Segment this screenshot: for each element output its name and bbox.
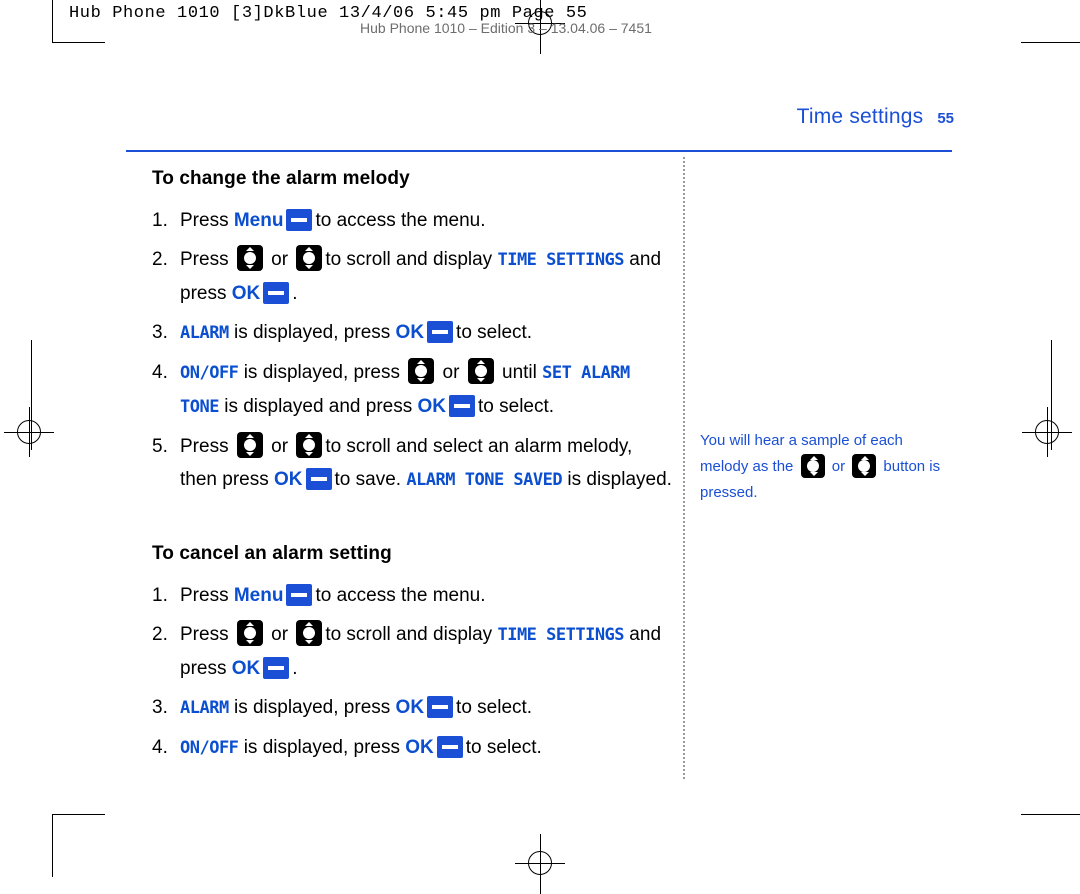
main-column: To change the alarm melody 1. Press Menu t… bbox=[152, 168, 672, 771]
nav-up-down-key-icon bbox=[236, 620, 263, 646]
lcd-display-text: ALARM bbox=[180, 323, 229, 343]
step-item: 3. ALARM is displayed, press OK to select. bbox=[152, 691, 672, 725]
nav-up-down-key-icon bbox=[408, 358, 435, 384]
step-text: is displayed, press bbox=[238, 362, 406, 383]
ok-key-icon bbox=[427, 321, 454, 343]
step-number: 5. bbox=[152, 436, 168, 457]
step-item: 4. ON/OFF is displayed, press OK to select… bbox=[152, 731, 672, 765]
softkey-label: OK bbox=[274, 469, 303, 490]
step-text: . bbox=[292, 283, 298, 304]
section-heading-1: To change the alarm melody bbox=[152, 168, 410, 189]
softkey-label: OK bbox=[417, 396, 447, 417]
step-text: Press bbox=[180, 249, 234, 270]
lcd-display-text: ON/OFF bbox=[180, 738, 239, 758]
page-number: 55 bbox=[937, 110, 954, 127]
step-text: to select. bbox=[456, 697, 533, 718]
manual-page: Time settings 55 To change the alarm melo… bbox=[0, 0, 1080, 873]
step-text: until bbox=[496, 362, 543, 383]
nav-up-down-key-icon bbox=[236, 245, 263, 271]
step-number: 3. bbox=[152, 697, 168, 718]
step-text: to select. bbox=[456, 322, 533, 343]
side-note: You will hear a sample of each melody as… bbox=[700, 428, 955, 506]
lcd-display-text: ON/OFF bbox=[180, 363, 239, 383]
step-number: 1. bbox=[152, 585, 168, 606]
column-divider bbox=[683, 157, 685, 779]
step-text: Press bbox=[180, 210, 234, 231]
step-text: or bbox=[265, 436, 294, 457]
step-list-change-melody: 1. Press Menu to access the menu. 2. Press o… bbox=[152, 204, 672, 497]
softkey-label: OK bbox=[395, 322, 425, 343]
step-text: to access the menu. bbox=[315, 210, 486, 231]
ok-key-icon bbox=[449, 395, 476, 417]
step-number: 4. bbox=[152, 737, 168, 758]
ok-key-icon bbox=[436, 736, 463, 758]
step-item: 2. Press or to scroll and display TIME SE… bbox=[152, 243, 672, 310]
step-item: 5. Press or to scroll and select an alarm… bbox=[152, 430, 672, 497]
step-item: 3. ALARM is displayed, press OK to select. bbox=[152, 316, 672, 350]
step-text: to access the menu. bbox=[315, 585, 486, 606]
step-text: to scroll and display bbox=[325, 249, 498, 270]
step-text: to select. bbox=[478, 396, 555, 417]
softkey-label: OK bbox=[231, 283, 261, 304]
nav-up-down-key-icon bbox=[296, 245, 323, 271]
step-text: or bbox=[265, 249, 294, 270]
side-note-middle: or bbox=[831, 458, 850, 475]
step-item: 4. ON/OFF is displayed, press or until SE… bbox=[152, 356, 672, 424]
step-item: 1. Press Menu to access the menu. bbox=[152, 579, 672, 612]
step-item: 2. Press or to scroll and display TIME SE… bbox=[152, 618, 672, 685]
step-text: is displayed and press bbox=[218, 396, 418, 417]
lcd-display-text: TIME SETTINGS bbox=[497, 250, 625, 270]
step-number: 4. bbox=[152, 362, 168, 383]
step-text: Press bbox=[180, 436, 234, 457]
softkey-label: OK bbox=[231, 658, 261, 679]
step-text: or bbox=[265, 624, 294, 645]
step-text: is displayed. bbox=[562, 469, 672, 490]
step-text: to scroll and display bbox=[325, 624, 498, 645]
softkey-label: Menu bbox=[233, 210, 284, 231]
lcd-display-text: TIME SETTINGS bbox=[497, 625, 625, 645]
step-list-cancel-alarm: 1. Press Menu to access the menu. 2. Press o… bbox=[152, 579, 672, 765]
step-item: 1. Press Menu to access the menu. bbox=[152, 204, 672, 237]
step-text: is displayed, press bbox=[228, 697, 396, 718]
running-head-title: Time settings bbox=[796, 105, 924, 128]
step-number: 3. bbox=[152, 322, 168, 343]
step-text: Press bbox=[180, 585, 234, 606]
menu-key-icon bbox=[286, 584, 313, 606]
menu-key-icon bbox=[286, 209, 313, 231]
nav-up-down-icon bbox=[800, 454, 825, 478]
step-text: is displayed, press bbox=[228, 322, 396, 343]
lcd-display-text: ALARM TONE SAVED bbox=[406, 470, 563, 490]
step-number: 2. bbox=[152, 624, 168, 645]
step-number: 1. bbox=[152, 210, 168, 231]
lcd-display-text: ALARM bbox=[180, 698, 229, 718]
ok-key-icon bbox=[263, 657, 290, 679]
softkey-label: OK bbox=[405, 737, 434, 758]
section-heading-2: To cancel an alarm setting bbox=[152, 543, 392, 564]
step-text: to select. bbox=[465, 737, 542, 758]
nav-up-down-icon bbox=[852, 454, 877, 478]
step-number: 2. bbox=[152, 249, 168, 270]
step-text: . bbox=[292, 658, 298, 679]
nav-up-down-key-icon bbox=[236, 432, 263, 458]
header-rule bbox=[126, 150, 952, 152]
ok-key-icon bbox=[305, 468, 332, 490]
nav-up-down-key-icon bbox=[296, 432, 323, 458]
nav-up-down-key-icon bbox=[467, 358, 494, 384]
step-text: Press bbox=[180, 624, 234, 645]
step-text: to save. bbox=[334, 469, 407, 490]
nav-up-down-key-icon bbox=[296, 620, 323, 646]
step-text: is displayed, press bbox=[238, 737, 406, 758]
ok-key-icon bbox=[263, 282, 290, 304]
softkey-label: Menu bbox=[233, 585, 284, 606]
step-text: or bbox=[437, 362, 465, 383]
softkey-label: OK bbox=[395, 697, 425, 718]
running-head: Time settings 55 bbox=[797, 105, 954, 129]
ok-key-icon bbox=[427, 696, 454, 718]
